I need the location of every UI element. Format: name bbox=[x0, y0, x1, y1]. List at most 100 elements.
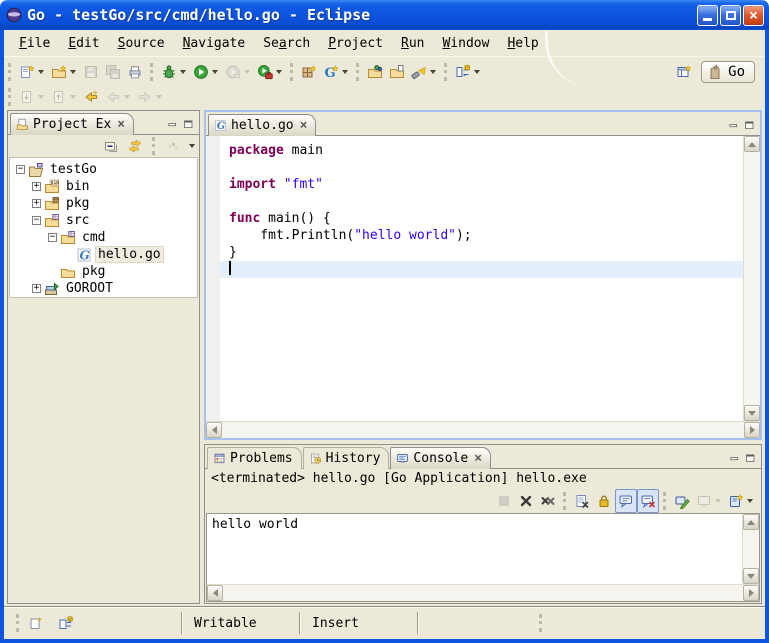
dropdown-arrow-icon[interactable] bbox=[212, 70, 218, 74]
console-tab-close-icon[interactable]: × bbox=[474, 453, 482, 464]
tree-item-bin[interactable]: +010bin bbox=[10, 178, 197, 195]
dropdown-arrow-icon[interactable] bbox=[244, 70, 250, 74]
menu-navigate[interactable]: Navigate bbox=[174, 33, 255, 54]
scroll-right-button[interactable] bbox=[744, 422, 760, 438]
code-line[interactable]: package main bbox=[220, 142, 743, 159]
display-console-button[interactable] bbox=[693, 489, 725, 513]
explorer-tab-close-icon[interactable]: × bbox=[117, 119, 125, 130]
tree-expander-plus-icon[interactable]: + bbox=[32, 199, 41, 208]
tab-history[interactable]: History bbox=[303, 447, 390, 469]
editor-vertical-scrollbar[interactable] bbox=[743, 136, 760, 421]
menu-help[interactable]: Help bbox=[498, 33, 547, 54]
show-stderr-button[interactable] bbox=[637, 489, 659, 513]
tab-problems[interactable]: Problems bbox=[207, 447, 302, 469]
dropdown-arrow-icon[interactable] bbox=[180, 70, 186, 74]
pin-console-button[interactable] bbox=[671, 489, 693, 513]
new-wizard-button[interactable] bbox=[16, 60, 48, 84]
close-button[interactable]: × bbox=[743, 5, 764, 26]
maximize-part-icon[interactable] bbox=[743, 120, 757, 132]
minimize-button[interactable] bbox=[697, 5, 718, 26]
fastview-new-button[interactable] bbox=[25, 611, 55, 635]
menu-file[interactable]: File bbox=[10, 33, 59, 54]
dropdown-arrow-icon[interactable] bbox=[276, 70, 282, 74]
tree-expander-minus-icon[interactable]: − bbox=[16, 165, 25, 174]
tree-expander-minus-icon[interactable]: − bbox=[32, 216, 41, 225]
scroll-left-button[interactable] bbox=[206, 422, 222, 438]
dropdown-arrow-icon[interactable] bbox=[38, 95, 44, 99]
tree-item-label[interactable]: src bbox=[63, 213, 92, 228]
console-output-text[interactable]: hello world bbox=[207, 514, 742, 584]
tree-expander-minus-icon[interactable]: − bbox=[48, 233, 57, 242]
minimize-part-icon[interactable] bbox=[728, 453, 742, 465]
tree-item-label[interactable]: pkg bbox=[79, 264, 108, 279]
dropdown-arrow-icon[interactable] bbox=[474, 70, 480, 74]
maximize-part-icon[interactable] bbox=[182, 119, 196, 131]
scroll-down-button[interactable] bbox=[743, 568, 759, 584]
last-edit-button[interactable] bbox=[80, 85, 102, 109]
console-horizontal-scrollbar[interactable] bbox=[207, 584, 759, 601]
code-line[interactable] bbox=[220, 159, 743, 176]
view-menu-button[interactable] bbox=[162, 134, 184, 158]
scroll-left-button[interactable] bbox=[207, 585, 223, 601]
new-java-project-button[interactable] bbox=[298, 60, 320, 84]
minimize-part-icon[interactable] bbox=[166, 119, 180, 131]
dropdown-arrow-icon[interactable] bbox=[38, 70, 44, 74]
back-button[interactable] bbox=[102, 85, 134, 109]
tree-item-pkg[interactable]: + pkg bbox=[10, 195, 197, 212]
scroll-lock-button[interactable] bbox=[593, 489, 615, 513]
scroll-down-button[interactable] bbox=[744, 405, 760, 421]
tree-item-label[interactable]: cmd bbox=[79, 230, 108, 245]
collapse-all-button[interactable] bbox=[100, 134, 122, 158]
menu-window[interactable]: Window bbox=[433, 33, 498, 54]
tree-expander-plus-icon[interactable]: + bbox=[32, 284, 41, 293]
dropdown-arrow-icon[interactable] bbox=[70, 70, 76, 74]
forward-button[interactable] bbox=[134, 85, 166, 109]
code-area[interactable]: package mainimport "fmt"func main() { fm… bbox=[220, 136, 743, 421]
console-vertical-scrollbar[interactable] bbox=[742, 514, 759, 584]
open-perspective-button[interactable] bbox=[673, 60, 695, 84]
remove-all-button[interactable] bbox=[537, 489, 559, 513]
maximize-button[interactable] bbox=[720, 5, 741, 26]
editor-horizontal-scrollbar[interactable] bbox=[206, 421, 760, 438]
tab-console[interactable]: Console× bbox=[390, 447, 491, 469]
terminate-button[interactable] bbox=[493, 489, 515, 513]
tree-item-hello-go[interactable]: Ghello.go bbox=[10, 246, 197, 263]
perspective-go-button[interactable]: Go bbox=[701, 61, 755, 83]
open-resource-button[interactable] bbox=[386, 60, 408, 84]
tab-hello-go[interactable]: G hello.go × bbox=[208, 114, 316, 136]
link-with-editor-button[interactable] bbox=[124, 134, 146, 158]
debug-button[interactable] bbox=[158, 60, 190, 84]
save-button[interactable] bbox=[80, 60, 102, 84]
scroll-right-button[interactable] bbox=[743, 585, 759, 601]
tree-item-label[interactable]: hello.go bbox=[95, 246, 164, 263]
show-stdout-button[interactable] bbox=[615, 489, 637, 513]
menu-source[interactable]: Source bbox=[109, 33, 174, 54]
menu-edit[interactable]: Edit bbox=[59, 33, 108, 54]
tree-item-label[interactable]: pkg bbox=[63, 196, 92, 211]
code-line[interactable]: } bbox=[220, 244, 743, 261]
maximize-part-icon[interactable] bbox=[744, 453, 758, 465]
external-tools-button[interactable] bbox=[254, 60, 286, 84]
code-line-current[interactable] bbox=[220, 261, 743, 278]
tree-item-src[interactable]: − src bbox=[10, 212, 197, 229]
tree-item-pkg[interactable]: pkg bbox=[10, 263, 197, 280]
open-console-button[interactable] bbox=[725, 489, 757, 513]
editor-tab-close-icon[interactable]: × bbox=[300, 120, 308, 131]
menu-search[interactable]: Search bbox=[254, 33, 319, 54]
team-sync-button[interactable] bbox=[452, 60, 484, 84]
clear-console-button[interactable] bbox=[571, 489, 593, 513]
remove-launch-button[interactable] bbox=[515, 489, 537, 513]
minimize-part-icon[interactable] bbox=[727, 120, 741, 132]
code-line[interactable] bbox=[220, 193, 743, 210]
menu-run[interactable]: Run bbox=[392, 33, 433, 54]
dropdown-arrow-icon[interactable] bbox=[747, 499, 753, 503]
dropdown-arrow-icon[interactable] bbox=[342, 70, 348, 74]
code-line[interactable]: fmt.Println("hello world"); bbox=[220, 227, 743, 244]
dropdown-arrow-icon[interactable] bbox=[70, 95, 76, 99]
save-all-button[interactable] bbox=[102, 60, 124, 84]
dropdown-arrow-icon[interactable] bbox=[430, 70, 436, 74]
dropdown-arrow-icon[interactable] bbox=[156, 95, 162, 99]
print-button[interactable] bbox=[124, 60, 146, 84]
run-button[interactable] bbox=[190, 60, 222, 84]
view-menu-arrow-icon[interactable] bbox=[189, 144, 195, 148]
